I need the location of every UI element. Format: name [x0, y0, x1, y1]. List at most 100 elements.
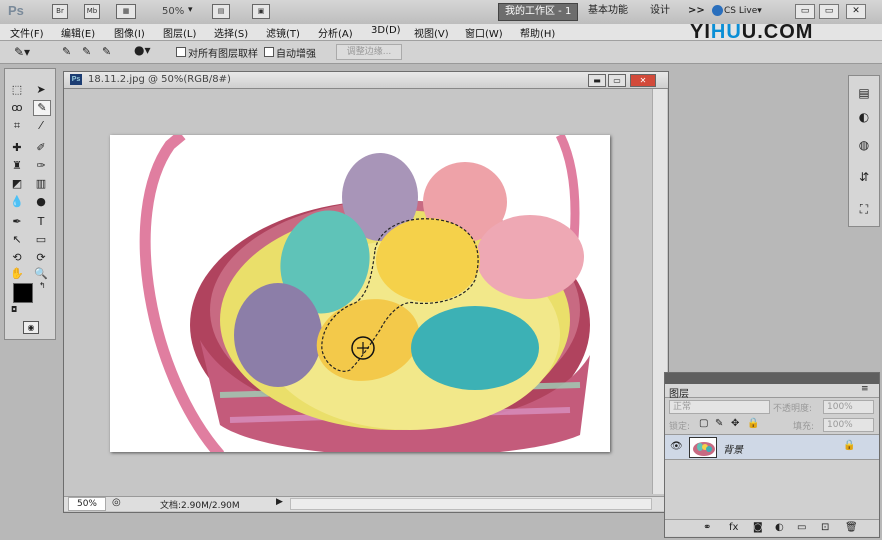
link-layers-icon[interactable]: ⚭: [703, 522, 711, 533]
restore-button[interactable]: ▭: [819, 4, 839, 19]
lock-label: 锁定:: [669, 422, 691, 432]
fill-input[interactable]: 100%: [823, 418, 874, 432]
subtract-from-selection-icon[interactable]: ✎: [102, 45, 111, 58]
transform-panel-icon[interactable]: ⛶: [856, 202, 872, 216]
adjustments-panel-icon[interactable]: ◍: [856, 138, 872, 152]
workspace-essentials[interactable]: 基本功能: [582, 3, 634, 19]
document-close-button[interactable]: ✕: [630, 74, 656, 87]
dodge-tool-icon[interactable]: ●: [33, 195, 49, 209]
more-workspaces-button[interactable]: >>: [682, 3, 711, 19]
menu-help[interactable]: 帮助(H): [520, 25, 555, 40]
lasso-tool-icon[interactable]: ꝏ: [9, 101, 25, 115]
add-to-selection-icon[interactable]: ✎: [82, 45, 91, 58]
new-group-icon[interactable]: ▭: [797, 522, 806, 533]
status-bar: 50% ◎ 文档:2.90M/2.90M ▶: [64, 496, 668, 511]
auto-enhance-checkbox[interactable]: [264, 47, 274, 57]
blend-mode-select[interactable]: 正常: [669, 400, 770, 414]
minimize-button[interactable]: ▭: [795, 4, 815, 19]
delete-layer-icon[interactable]: 🗑: [845, 522, 858, 533]
swap-colors-icon[interactable]: ↰: [39, 281, 46, 290]
document-window: Ps 18.11.2.jpg @ 50%(RGB/8#) ▬ ▭ ✕ 50% ◎…: [63, 71, 669, 513]
lock-transparency-icon[interactable]: ▢: [699, 418, 708, 429]
gradient-tool-icon[interactable]: ▥: [33, 177, 49, 191]
chevron-down-icon[interactable]: ▾: [188, 5, 193, 15]
status-zoom-field[interactable]: 50%: [68, 497, 106, 511]
horizontal-scrollbar[interactable]: [290, 498, 652, 510]
menu-edit[interactable]: 编辑(E): [61, 25, 95, 40]
shape-tool-icon[interactable]: ▭: [33, 233, 49, 247]
options-bar: ✎▾ ✎ ✎ ✎ ●▾ 对所有图层取样 自动增强 调整边缘...: [0, 41, 882, 64]
status-preview-icon[interactable]: ◎: [112, 497, 121, 508]
menu-image[interactable]: 图像(I): [114, 25, 145, 40]
refine-edge-button[interactable]: 调整边缘...: [336, 44, 402, 60]
3d-orbit-tool-icon[interactable]: ⟳: [33, 251, 49, 265]
menu-view[interactable]: 视图(V): [414, 25, 449, 40]
layer-name[interactable]: 背景: [723, 441, 743, 456]
zoom-tool-icon[interactable]: 🔍: [33, 267, 49, 281]
menu-analysis[interactable]: 分析(A): [318, 25, 353, 40]
image-canvas[interactable]: [110, 135, 610, 452]
marquee-tool-icon[interactable]: ⬚: [9, 83, 25, 97]
layer-visibility-eye-icon[interactable]: 👁: [670, 441, 683, 452]
view-extras-icon[interactable]: ▦: [116, 4, 136, 19]
menu-select[interactable]: 选择(S): [214, 25, 248, 40]
lock-all-icon[interactable]: 🔒: [747, 418, 759, 429]
bridge-icon[interactable]: Br: [52, 4, 68, 19]
menu-file[interactable]: 文件(F): [10, 25, 44, 40]
path-selection-tool-icon[interactable]: ↖: [9, 233, 25, 247]
status-menu-arrow-icon[interactable]: ▶: [276, 497, 283, 507]
3d-rotate-tool-icon[interactable]: ⟲: [9, 251, 25, 265]
brush-tool-icon[interactable]: ✐: [33, 141, 49, 155]
brush-picker-icon[interactable]: ●▾: [134, 43, 151, 57]
add-mask-icon[interactable]: ◙: [753, 522, 763, 533]
document-restore-button[interactable]: ▭: [608, 74, 626, 87]
sample-all-layers-checkbox[interactable]: [176, 47, 186, 57]
new-layer-icon[interactable]: ⊡: [821, 522, 829, 533]
move-tool-icon[interactable]: ➤: [33, 83, 49, 97]
workspace-design[interactable]: 设计: [644, 3, 676, 19]
easter-eggs-photo: [139, 135, 590, 452]
workspace-my-workspace[interactable]: 我的工作区 - 1: [498, 3, 579, 21]
layers-panel-header[interactable]: [665, 373, 879, 384]
new-selection-icon[interactable]: ✎: [62, 45, 71, 58]
foreground-color-swatch[interactable]: [13, 283, 33, 303]
close-button[interactable]: ✕: [846, 4, 866, 19]
history-brush-tool-icon[interactable]: ✑: [33, 159, 49, 173]
lock-position-icon[interactable]: ✥: [731, 418, 739, 429]
layer-row-background[interactable]: 👁 背景 🔒: [665, 434, 879, 460]
healing-brush-tool-icon[interactable]: ✚: [9, 141, 25, 155]
quick-selection-preset-icon[interactable]: ✎▾: [14, 45, 30, 59]
panel-menu-icon[interactable]: ≡: [861, 384, 869, 394]
cs-live-icon: [712, 5, 723, 16]
layers-panel-footer: ⚭ fx ◙ ◐ ▭ ⊡ 🗑: [665, 519, 879, 536]
document-size-info: 文档:2.90M/2.90M: [160, 501, 240, 511]
screen-mode-icon[interactable]: ▣: [252, 4, 270, 19]
menu-layer[interactable]: 图层(L): [163, 25, 196, 40]
eyedropper-tool-icon[interactable]: ⁄: [33, 119, 49, 133]
menu-window[interactable]: 窗口(W): [465, 25, 503, 40]
clone-stamp-tool-icon[interactable]: ♜: [9, 159, 25, 173]
opacity-input[interactable]: 100%: [823, 400, 874, 414]
default-colors-icon[interactable]: ◘: [11, 305, 17, 314]
document-minimize-button[interactable]: ▬: [588, 74, 606, 87]
histogram-panel-icon[interactable]: ▤: [856, 86, 872, 100]
mini-bridge-icon[interactable]: Mb: [84, 4, 100, 19]
hand-tool-icon[interactable]: ✋: [9, 267, 25, 281]
quick-selection-tool-icon[interactable]: ✎: [33, 100, 51, 116]
app-zoom-level[interactable]: 50%: [162, 6, 184, 17]
crop-tool-icon[interactable]: ⌗: [9, 119, 25, 133]
menu-filter[interactable]: 滤镜(T): [266, 25, 300, 40]
quick-mask-icon[interactable]: ◉: [23, 321, 39, 334]
layer-style-icon[interactable]: fx: [729, 522, 738, 533]
blur-tool-icon[interactable]: 💧: [9, 195, 25, 209]
adjustment-layer-icon[interactable]: ◐: [775, 522, 784, 533]
pen-tool-icon[interactable]: ✒: [9, 215, 25, 229]
menu-3d[interactable]: 3D(D): [371, 25, 401, 36]
arrange-documents-icon[interactable]: ▤: [212, 4, 230, 19]
cs-live-menu[interactable]: CS Live▾: [724, 3, 762, 19]
eraser-tool-icon[interactable]: ◩: [9, 177, 25, 191]
actions-panel-icon[interactable]: ⇵: [856, 170, 872, 184]
navigator-panel-icon[interactable]: ◐: [856, 110, 872, 124]
type-tool-icon[interactable]: T: [33, 215, 49, 229]
lock-pixels-icon[interactable]: ✎: [715, 418, 723, 429]
